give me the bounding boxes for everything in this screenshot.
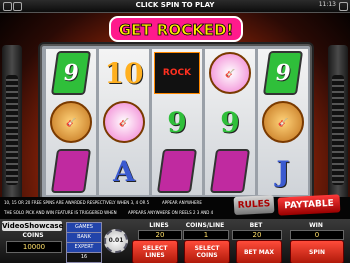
status-message: CLICK SPIN TO PLAY [135, 1, 215, 9]
lines-value: 20 [138, 230, 182, 240]
symbol-nine: 9 [46, 49, 96, 97]
coins-label: COINS [22, 232, 44, 239]
symbol-guitar: 🎸 [205, 49, 255, 97]
guitarist-icon: 🎸 [262, 101, 304, 143]
symbol-purple-gem [152, 147, 202, 195]
game-logo: GET ROCKED! [109, 16, 243, 42]
bet-value: 20 [232, 230, 282, 240]
rules-button[interactable]: RULES [233, 194, 275, 216]
reel-5: 9 🎸 J [258, 49, 308, 195]
solo-feature-info-tail: APPEARS ANYWHERE ON REELS 2 3 AND 4 [128, 210, 214, 215]
spin-button[interactable]: SPIN [290, 240, 344, 263]
reel-2: 10 🎸 A [99, 49, 149, 195]
expert-value: 16 [66, 252, 102, 263]
bet-label: BET [249, 222, 263, 229]
select-coins-button[interactable]: SELECT COINS [184, 240, 230, 263]
symbol-ace: A [113, 154, 135, 188]
coins-per-line-value: 1 [183, 230, 229, 240]
symbol-guitar: 🎸 [99, 98, 149, 146]
reel-window: 9 🎸 10 🎸 A ROCK 9 🎸 9 9 🎸 J [40, 44, 312, 200]
guitar-icon: 🎸 [103, 101, 145, 143]
coin-size-chip[interactable]: 0.01 [104, 229, 128, 253]
symbol-guitarist: 🎸 [46, 98, 96, 146]
brand-logo: VideoShowcase [2, 221, 64, 231]
symbol-nine: 9 [258, 49, 308, 97]
reel-1: 9 🎸 [46, 49, 96, 195]
lines-label: LINES [149, 222, 169, 229]
close-icon[interactable] [339, 2, 348, 11]
symbol-rock: ROCK [152, 49, 202, 97]
reel-4: 🎸 9 [205, 49, 255, 195]
symbol-purple-gem [46, 147, 96, 195]
symbol-ten: 10 [104, 56, 144, 90]
symbol-nine: 9 [220, 105, 240, 139]
symbol-nine: 9 [167, 105, 187, 139]
select-lines-button[interactable]: SELECT LINES [132, 240, 178, 263]
svg-text:GET ROCKED!: GET ROCKED! [119, 21, 234, 39]
symbol-purple-gem [205, 147, 255, 195]
free-spins-info: 10, 15 OR 20 FREE SPINS ARE AWARDED RESP… [4, 200, 150, 205]
guitarist-icon: 🎸 [50, 101, 92, 143]
bet-max-button[interactable]: BET MAX [236, 240, 282, 263]
symbol-jack: J [276, 154, 290, 188]
reel-3: ROCK 9 [152, 49, 202, 195]
clock: 11:13 [318, 1, 336, 8]
paytable-button[interactable]: PAYTABLE [277, 194, 341, 216]
top-bar: CLICK SPIN TO PLAY 11:13 [0, 0, 350, 13]
coins-value: 10000 [6, 241, 62, 253]
free-spins-info-tail: APPEAR ANYWHERE [162, 200, 202, 205]
coins-per-line-label: COINS/LINE [185, 222, 225, 229]
win-value: 0 [290, 230, 344, 240]
slot-game: CLICK SPIN TO PLAY 11:13 GET ROCKED! 9 🎸… [0, 0, 350, 263]
win-label: WIN [309, 222, 323, 229]
guitar-icon: 🎸 [209, 52, 251, 94]
solo-feature-info: THE SOLO PICK AND WIN FEATURE IS TRIGGER… [4, 210, 117, 215]
symbol-guitarist: 🎸 [258, 98, 308, 146]
